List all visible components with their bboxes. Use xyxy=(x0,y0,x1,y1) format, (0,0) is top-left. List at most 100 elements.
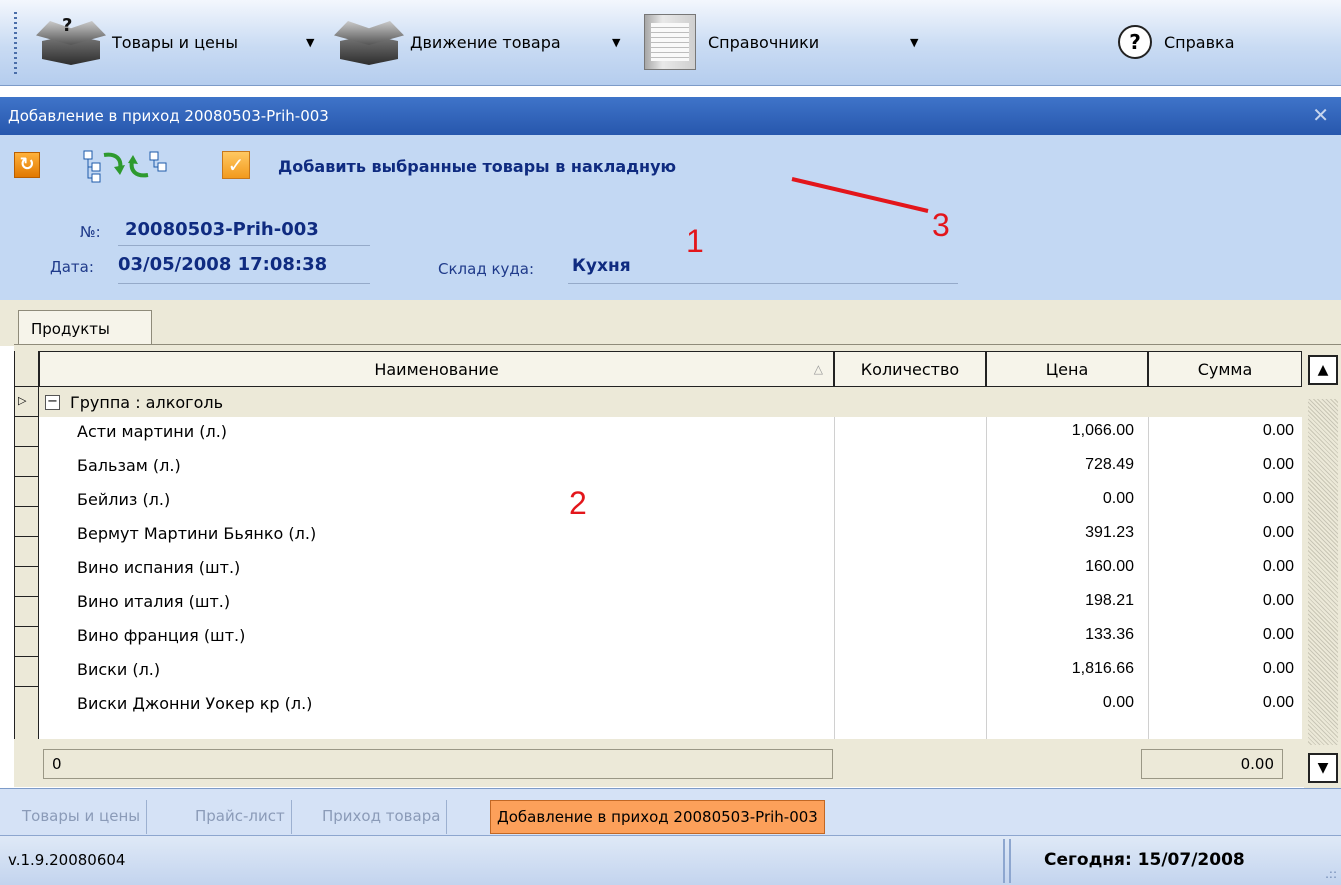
menu-references[interactable]: Справочники xyxy=(644,14,819,70)
chevron-down-icon[interactable]: ▼ xyxy=(306,36,314,49)
doc-number-label: №: xyxy=(80,223,101,241)
window-tab-goods-prices[interactable]: Товары и цены xyxy=(16,800,148,834)
window-tab-bar: Товары и цены Прайс-лист Приход товара Д… xyxy=(0,788,1341,835)
book-icon xyxy=(644,14,696,70)
menu-goods-movement[interactable]: Движение товара xyxy=(334,14,561,70)
row-sum: 0.00 xyxy=(1262,558,1294,575)
annotation-3: 3 xyxy=(932,207,950,243)
row-selector[interactable] xyxy=(15,657,38,687)
add-selected-button[interactable]: Добавить выбранные товары в накладную xyxy=(278,157,676,176)
table-row[interactable]: Бальзам (л.) 728.49 0.00 xyxy=(39,451,1302,481)
doc-date-label: Дата: xyxy=(50,258,94,276)
table-row[interactable]: Бейлиз (л.) 0.00 0.00 xyxy=(39,485,1302,515)
col-header-sum[interactable]: Сумма xyxy=(1148,351,1302,387)
table-row[interactable]: Вино франция (шт.) 133.36 0.00 xyxy=(39,621,1302,651)
close-icon[interactable]: ✕ xyxy=(1312,103,1329,127)
window-tab-add-to-receipt[interactable]: Добавление в приход 20080503-Prih-003 xyxy=(490,800,825,834)
table-row[interactable]: Вермут Мартини Бьянко (л.) 391.23 0.00 xyxy=(39,519,1302,549)
box-icon: ? xyxy=(36,15,106,69)
table-row[interactable]: Виски Джонни Уокер кр (л.) 0.00 0.00 xyxy=(39,689,1302,719)
footer-count: 0 xyxy=(43,749,833,779)
row-price: 1,066.00 xyxy=(1071,422,1134,439)
tab-strip: Продукты xyxy=(0,300,1341,348)
window-tab-goods-receipt[interactable]: Приход товара xyxy=(316,800,448,834)
table-row[interactable]: Вино испания (шт.) 160.00 0.00 xyxy=(39,553,1302,583)
row-selector-column: ▷ xyxy=(14,351,39,739)
col-header-qty[interactable]: Количество xyxy=(834,351,986,387)
refresh-icon[interactable]: ↻ xyxy=(14,152,40,178)
row-price: 0.00 xyxy=(1102,490,1134,507)
menu-goods-movement-label: Движение товара xyxy=(410,32,561,52)
col-header-name[interactable]: Наименование △ xyxy=(39,351,834,387)
products-grid: ▷ Наименование △ Количество Цена Сумма −… xyxy=(14,344,1341,788)
annotation-1: 1 xyxy=(686,223,704,259)
grid-footer: 0 0.00 xyxy=(39,739,1302,785)
tab-products[interactable]: Продукты xyxy=(18,310,152,348)
row-name: Вино италия (шт.) xyxy=(77,592,231,611)
warehouse-label: Склад куда: xyxy=(438,260,535,278)
divider xyxy=(118,283,370,284)
row-name: Бейлиз (л.) xyxy=(77,490,171,509)
row-sum: 0.00 xyxy=(1262,694,1294,711)
chevron-down-icon[interactable]: ▼ xyxy=(910,36,918,49)
row-name: Бальзам (л.) xyxy=(77,456,181,475)
status-separator xyxy=(1003,839,1011,883)
row-name: Виски (л.) xyxy=(77,660,161,679)
row-selector[interactable] xyxy=(15,537,38,567)
row-selector[interactable] xyxy=(15,507,38,537)
menu-goods-prices-label: Товары и цены xyxy=(112,32,238,52)
row-selector[interactable] xyxy=(15,597,38,627)
row-price: 160.00 xyxy=(1085,558,1134,575)
row-selector[interactable] xyxy=(15,447,38,477)
row-price: 1,816.66 xyxy=(1071,660,1134,677)
menu-goods-prices[interactable]: ? Товары и цены xyxy=(36,14,238,70)
row-price: 728.49 xyxy=(1085,456,1134,473)
row-sum: 0.00 xyxy=(1262,660,1294,677)
scroll-track[interactable] xyxy=(1308,399,1338,745)
chevron-down-icon[interactable]: ▼ xyxy=(612,36,620,49)
row-name: Вино испания (шт.) xyxy=(77,558,241,577)
row-sum: 0.00 xyxy=(1262,456,1294,473)
box-icon xyxy=(334,15,404,69)
sort-asc-icon: △ xyxy=(813,362,823,376)
row-selector[interactable] xyxy=(15,417,38,447)
col-header-name-label: Наименование xyxy=(374,359,499,379)
row-name: Вино франция (шт.) xyxy=(77,626,246,645)
annotation-2: 2 xyxy=(569,485,587,521)
row-name: Асти мартини (л.) xyxy=(77,422,228,441)
table-row[interactable]: Асти мартини (л.) 1,066.00 0.00 xyxy=(39,417,1302,447)
menu-help[interactable]: ? Справка xyxy=(1118,14,1235,70)
table-row[interactable]: Вино италия (шт.) 198.21 0.00 xyxy=(39,587,1302,617)
row-price: 391.23 xyxy=(1085,524,1134,541)
scroll-down-icon[interactable]: ▼ xyxy=(1308,753,1338,783)
window-title-bar: Добавление в приход 20080503-Prih-003 ✕ xyxy=(0,97,1341,135)
row-selector[interactable] xyxy=(15,567,38,597)
row-name: Вермут Мартини Бьянко (л.) xyxy=(77,524,317,543)
doc-number-value: 20080503-Prih-003 xyxy=(125,219,319,240)
row-selector[interactable] xyxy=(15,477,38,507)
group-label: Группа : алкоголь xyxy=(70,392,224,412)
resize-grip-icon[interactable]: .:: xyxy=(1325,867,1337,881)
row-price: 198.21 xyxy=(1085,592,1134,609)
main-menubar: ? Товары и цены ▼ Движение товара ▼ Спра… xyxy=(0,0,1341,86)
row-selector[interactable] xyxy=(15,627,38,657)
row-sum: 0.00 xyxy=(1262,422,1294,439)
collapse-icon[interactable]: − xyxy=(45,394,60,410)
group-row[interactable]: − Группа : алкоголь xyxy=(39,387,1302,417)
row-sum: 0.00 xyxy=(1262,592,1294,609)
scroll-up-icon[interactable]: ▲ xyxy=(1308,355,1338,385)
row-sum: 0.00 xyxy=(1262,626,1294,643)
row-selector[interactable]: ▷ xyxy=(15,387,38,417)
divider xyxy=(118,245,370,246)
col-header-price[interactable]: Цена xyxy=(986,351,1148,387)
collapse-tree-icon[interactable] xyxy=(128,149,172,183)
window-tab-price-list[interactable]: Прайс-лист xyxy=(189,800,292,834)
toolbar-grip[interactable] xyxy=(14,12,17,74)
column-divider xyxy=(834,417,835,739)
column-divider xyxy=(1148,417,1149,739)
check-icon[interactable]: ✓ xyxy=(222,151,250,179)
table-row[interactable]: Виски (л.) 1,816.66 0.00 xyxy=(39,655,1302,685)
row-price: 133.36 xyxy=(1085,626,1134,643)
vertical-scrollbar[interactable]: ▲ ▼ xyxy=(1304,351,1341,788)
expand-tree-icon[interactable] xyxy=(82,147,126,183)
